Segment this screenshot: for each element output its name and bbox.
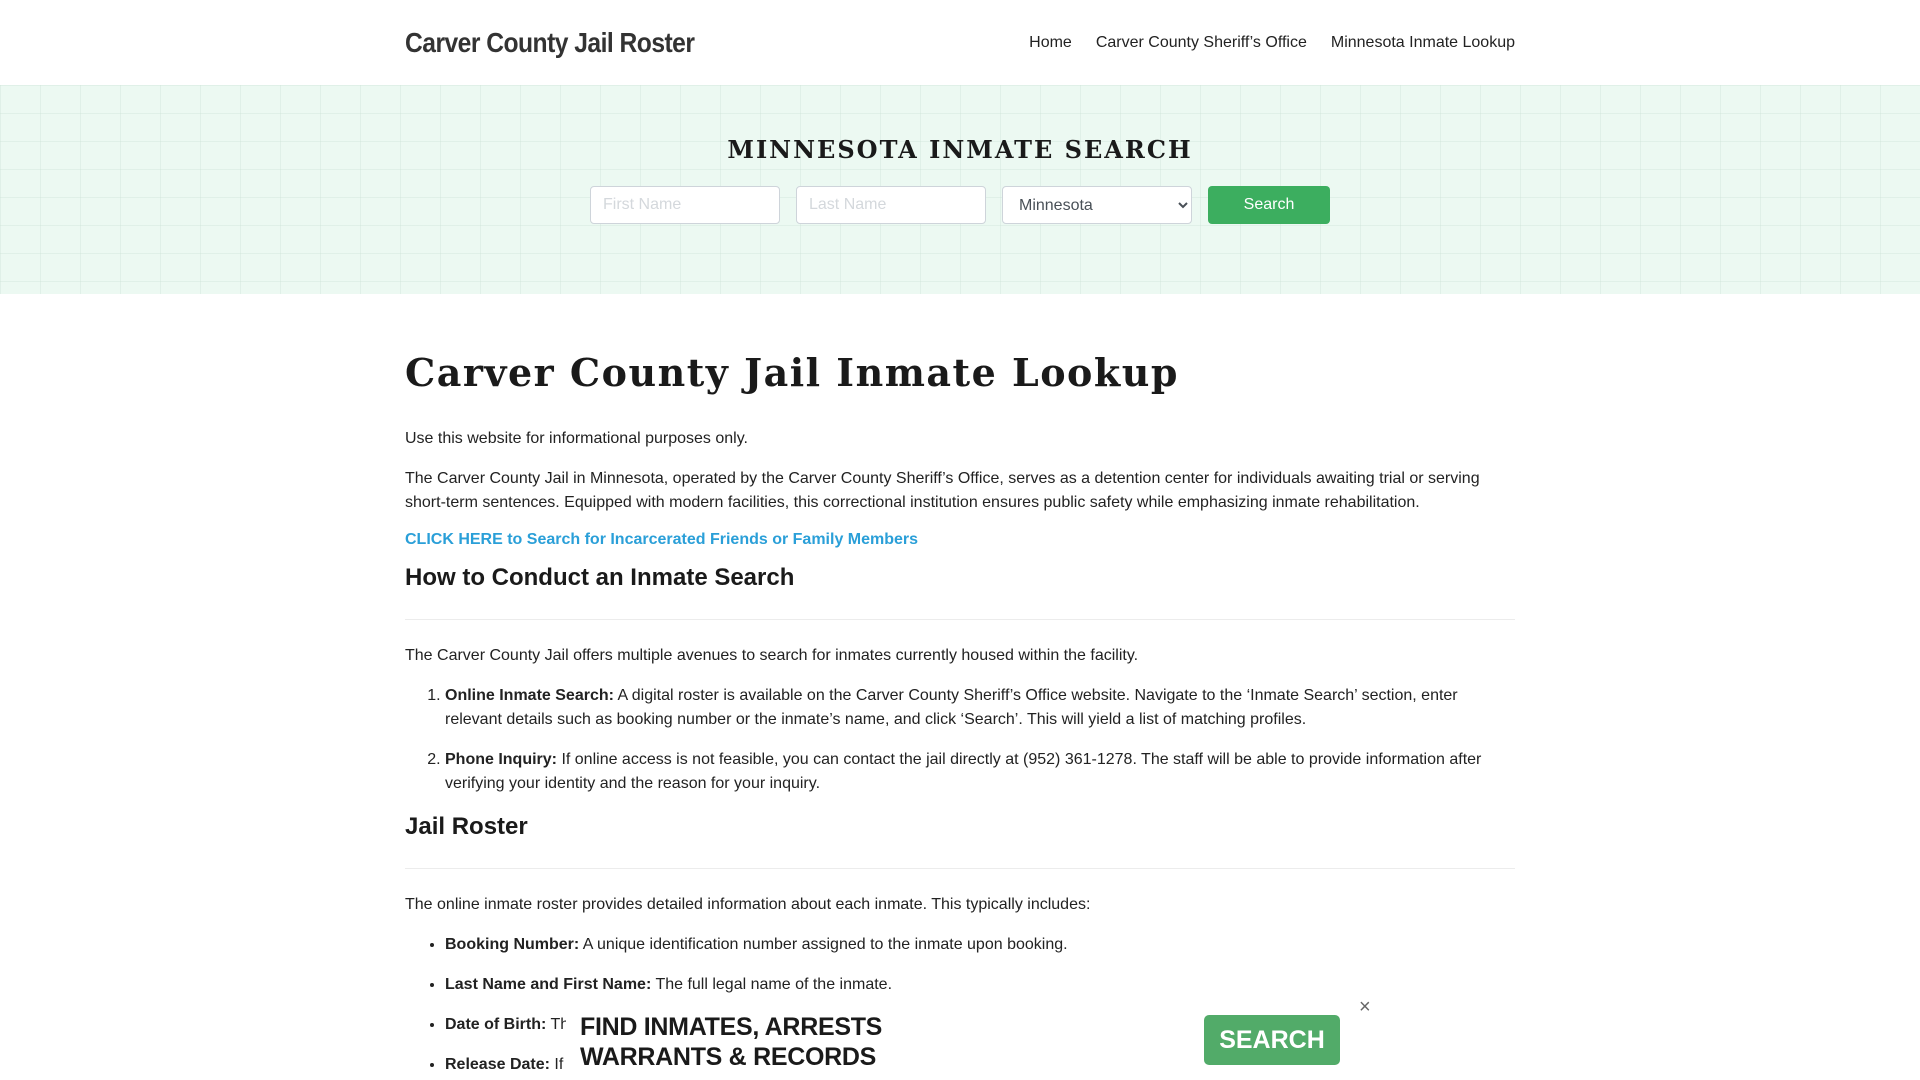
list-item-label: Booking Number: <box>445 936 580 953</box>
site-header: Carver County Jail Roster Home Carver Co… <box>0 0 1920 85</box>
list-item: Last Name and First Name: The full legal… <box>445 973 1515 997</box>
site-title-link[interactable]: Carver County Jail Roster <box>405 27 695 59</box>
list-item-label: Online Inmate Search: <box>445 687 614 704</box>
list-item-label: Last Name and First Name: <box>445 976 652 993</box>
list-item-label: Release Date: <box>445 1056 550 1073</box>
state-select[interactable]: Minnesota <box>1002 186 1192 224</box>
ad-headline: FIND INMATES, ARRESTS WARRANTS & RECORDS <box>580 1012 882 1072</box>
jail-roster-intro: The online inmate roster provides detail… <box>405 896 1091 913</box>
nav-sheriffs-office[interactable]: Carver County Sheriff’s Office <box>1096 34 1307 52</box>
last-name-input[interactable] <box>796 186 986 224</box>
search-methods-list: Online Inmate Search: A digital roster i… <box>445 684 1515 796</box>
hero-title: MINNESOTA INMATE SEARCH <box>727 135 1193 164</box>
list-item-text: If <box>549 1056 564 1073</box>
list-item-text: The full legal name of the inmate. <box>651 976 893 993</box>
list-item: Booking Number: A unique identification … <box>445 933 1515 957</box>
ad-banner[interactable]: FIND INMATES, ARRESTS WARRANTS & RECORDS… <box>566 996 1371 1080</box>
section-heading-jail-roster: Jail Roster <box>405 812 1515 869</box>
list-item-label: Phone Inquiry: <box>445 751 557 768</box>
list-item-text: A unique identification number assigned … <box>579 936 1068 953</box>
list-item: Phone Inquiry: If online access is not f… <box>445 748 1515 796</box>
first-name-input[interactable] <box>590 186 780 224</box>
list-item-text: If online access is not feasible, you ca… <box>445 751 1482 792</box>
main-nav: Home Carver County Sheriff’s Office Minn… <box>1029 34 1515 52</box>
search-friends-family-link[interactable]: CLICK HERE to Search for Incarcerated Fr… <box>405 531 918 549</box>
inmate-search-intro: The Carver County Jail offers multiple a… <box>405 647 1139 664</box>
inmate-search-hero: MINNESOTA INMATE SEARCH Minnesota Search <box>0 85 1920 294</box>
search-button[interactable]: Search <box>1208 186 1330 224</box>
section-heading-inmate-search: How to Conduct an Inmate Search <box>405 563 1515 620</box>
list-item-label: Date of Birth: <box>445 1016 547 1033</box>
page-title: Carver County Jail Inmate Lookup <box>405 350 1179 395</box>
list-item: Online Inmate Search: A digital roster i… <box>445 684 1515 732</box>
disclaimer-text: Use this website for informational purpo… <box>405 430 748 447</box>
inmate-search-form: Minnesota Search <box>0 186 1920 224</box>
ad-headline-line1: FIND INMATES, ARRESTS <box>580 1013 883 1041</box>
nav-minnesota-inmate-lookup[interactable]: Minnesota Inmate Lookup <box>1331 34 1515 52</box>
nav-home[interactable]: Home <box>1029 34 1072 52</box>
close-icon[interactable]: × <box>1359 996 1371 1019</box>
ad-headline-line2: WARRANTS & RECORDS <box>580 1043 876 1071</box>
header-inner: Carver County Jail Roster Home Carver Co… <box>405 0 1515 85</box>
intro-paragraph: The Carver County Jail in Minnesota, ope… <box>405 470 1480 511</box>
main-content: Carver County Jail Inmate Lookup Use thi… <box>405 294 1515 1077</box>
ad-search-button[interactable]: SEARCH <box>1204 1015 1340 1065</box>
